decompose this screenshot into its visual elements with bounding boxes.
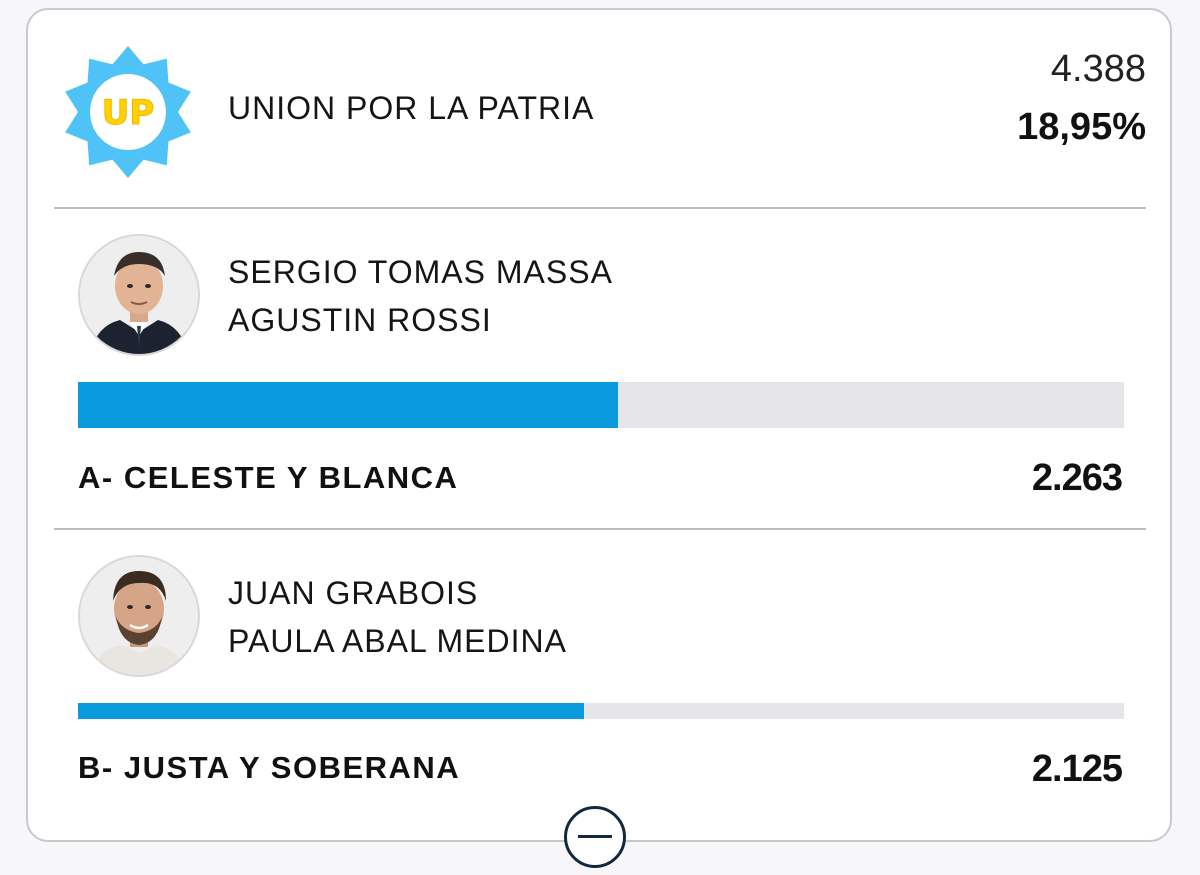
party-percentage: 18,95% — [1017, 106, 1146, 148]
vote-bar — [78, 703, 1124, 719]
candidate-avatar — [78, 555, 200, 677]
list-label: B- JUSTA Y SOBERANA — [78, 750, 461, 785]
party-total-votes: 4.388 — [1050, 48, 1146, 90]
divider — [54, 207, 1146, 209]
list-votes: 2.125 — [1031, 748, 1123, 790]
candidate-names: SERGIO TOMAS MASSA AGUSTIN ROSSI — [228, 248, 613, 344]
list-label: A- CELESTE Y BLANCA — [78, 460, 459, 495]
logo-text: UP — [102, 93, 155, 133]
candidate-name: PAULA ABAL MEDINA — [228, 623, 567, 659]
collapse-button[interactable] — [564, 806, 626, 868]
divider — [54, 528, 1146, 530]
party-name: UNION POR LA PATRIA — [228, 90, 595, 126]
sun-badge-icon: UP — [58, 42, 198, 182]
party-header: UP UNION POR LA PATRIA 4.388 18,95% — [28, 10, 1170, 208]
minus-circle-icon — [578, 835, 612, 838]
candidate-avatar — [78, 234, 200, 356]
candidate-name: AGUSTIN ROSSI — [228, 302, 492, 338]
candidate-names: JUAN GRABOIS PAULA ABAL MEDINA — [228, 569, 567, 665]
vote-bar-fill — [78, 382, 618, 428]
vote-bar-fill — [78, 703, 585, 719]
candidate-name: JUAN GRABOIS — [228, 575, 479, 611]
vote-bar — [78, 382, 1124, 428]
results-card: UP UNION POR LA PATRIA 4.388 18,95% SERG… — [26, 8, 1172, 842]
candidate-name: SERGIO TOMAS MASSA — [228, 254, 613, 290]
list-votes: 2.263 — [1031, 457, 1123, 499]
